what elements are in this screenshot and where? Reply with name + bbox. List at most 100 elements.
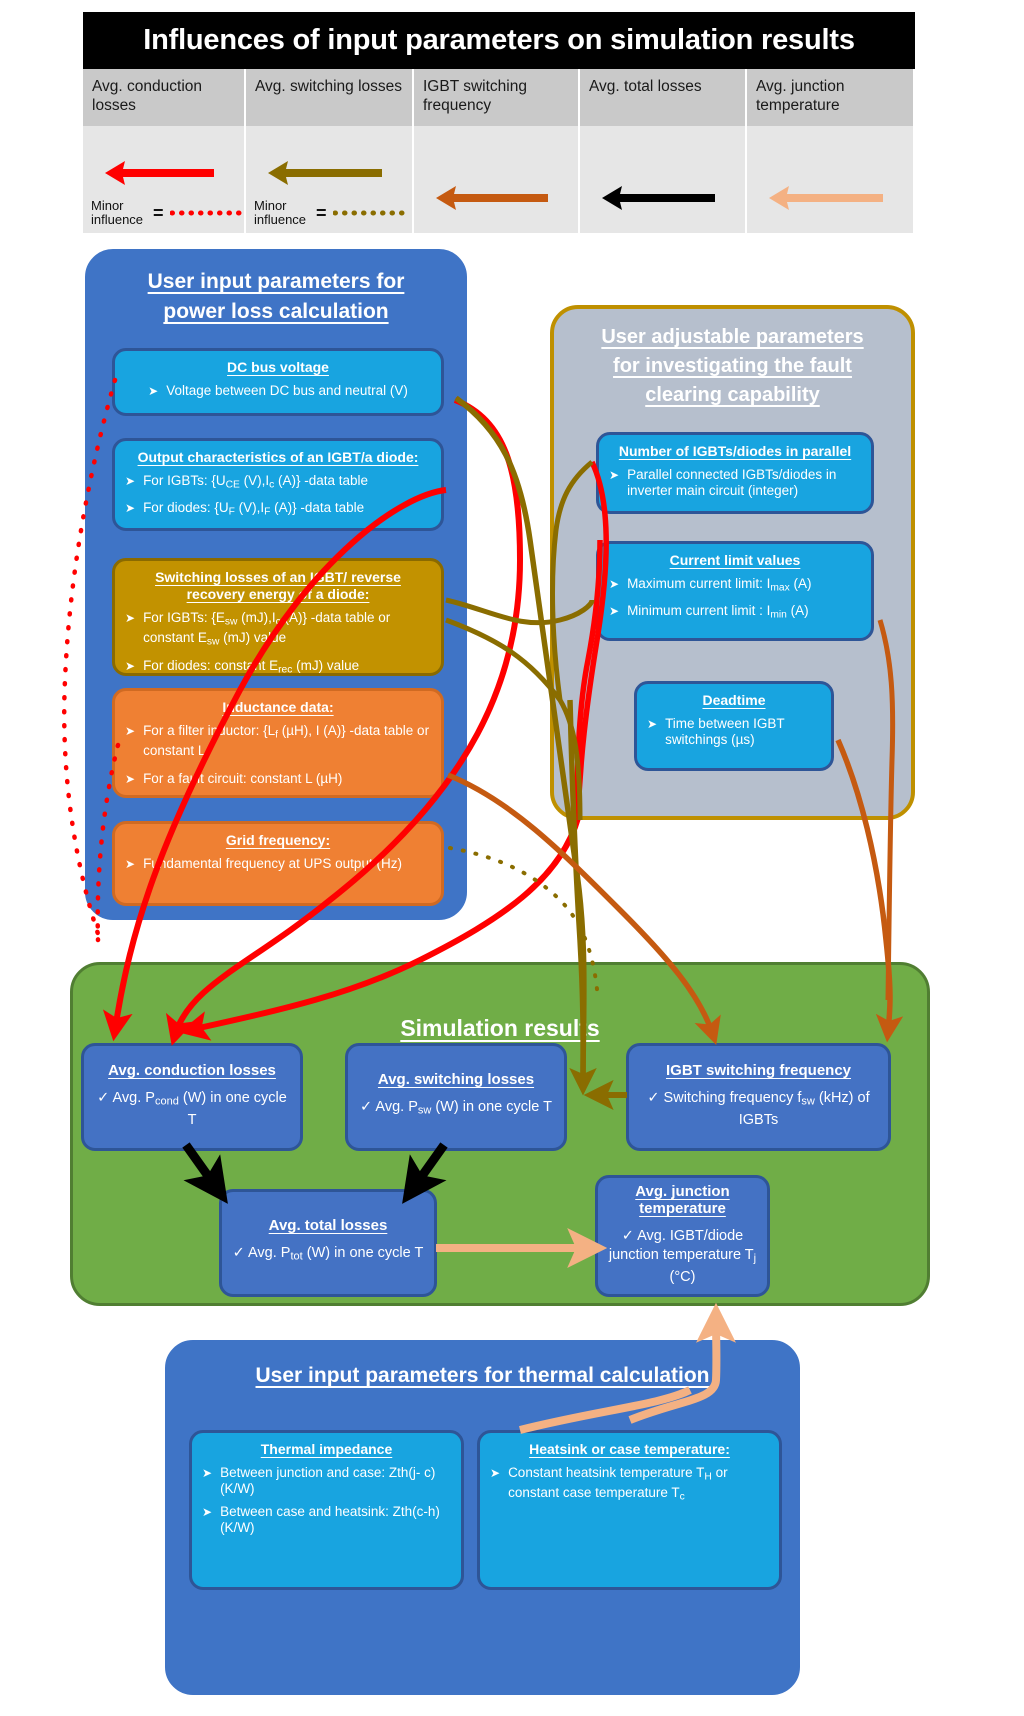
param-card-title: Inductance data: — [222, 699, 334, 715]
legend-arrow-icon — [268, 161, 382, 185]
arrow-bullet-icon: ➤ — [125, 724, 136, 738]
simulation-result-body: ✓ Avg. IGBT/diode junction temperature T… — [608, 1227, 757, 1286]
param-card-row: ➤ Fundamental frequency at UPS output (Hz… — [125, 856, 431, 872]
legend-column-body — [580, 126, 745, 233]
arrow-bullet-icon: ➤ — [148, 384, 159, 398]
legend-dotted-line-icon — [169, 210, 244, 216]
panel-power-loss-title: User input parameters for power loss cal… — [87, 251, 465, 327]
legend-column-header: Avg. conduction losses — [83, 69, 244, 126]
simulation-result-title: Avg. switching losses — [377, 1071, 535, 1089]
legend-column-body: Minor influence = — [246, 126, 412, 233]
legend-column-1: Avg. switching losses Minor influence = — [246, 69, 414, 233]
simulation-result-box[interactable]: Avg. total losses ✓ Avg. Ptot (W) in one … — [219, 1189, 437, 1297]
title-line-2: for investigating the fault — [613, 355, 852, 377]
simulation-result-body: ✓ Avg. Pcond (W) in one cycle T — [97, 1089, 287, 1129]
legend-column-header: Avg. total losses — [580, 69, 745, 126]
param-card-row: ➤ Between case and heatsink: Zth(c-h) (K/… — [202, 1504, 451, 1536]
legend-column-body — [747, 126, 913, 233]
param-card-title: Number of IGBTs/diodes in parallel — [618, 443, 852, 459]
legend-arrow-icon — [769, 186, 883, 210]
legend-column-body — [414, 126, 578, 233]
param-card-row: ➤ Time between IGBT switchings (µs) — [647, 716, 821, 748]
param-card-row: ➤ For diodes: {UF (V),IF (A)} -data table — [125, 500, 431, 520]
param-card-row: ➤ Voltage between DC bus and neutral (V) — [125, 383, 431, 399]
legend-column-body: Minor influence = — [83, 126, 244, 233]
param-card[interactable]: Grid frequency: ➤ Fundamental frequency at… — [112, 821, 444, 906]
panel-fault-title: User adjustable parameters for investiga… — [554, 309, 911, 410]
param-card-row-text: For IGBTs: {Esw (mJ),Ic (A)} -data table… — [143, 610, 391, 648]
param-card-row-text: For IGBTs: {UCE (V),Ic (A)} -data table — [143, 473, 369, 491]
arrow-bullet-icon: ➤ — [202, 1505, 213, 1519]
title-line-1: User adjustable parameters — [601, 326, 864, 348]
title-line-1: User input parameters for — [147, 270, 405, 293]
arrow-bullet-icon: ➤ — [609, 604, 620, 619]
panel-power-loss-inputs: User input parameters for power loss cal… — [85, 249, 467, 920]
legend-arrow-icon — [602, 186, 715, 210]
param-card-row: ➤ Parallel connected IGBTs/diodes in inve… — [609, 467, 861, 499]
simulation-result-box[interactable]: Avg. junction temperature ✓ Avg. IGBT/dio… — [595, 1175, 770, 1297]
simulation-result-body: ✓ Avg. Ptot (W) in one cycle T — [232, 1245, 424, 1263]
param-card-row-text: For a filter inductor: {Lf (µH), I (A)} … — [143, 723, 430, 761]
arrow-bullet-icon: ➤ — [125, 771, 136, 786]
param-card-row: ➤ Maximum current limit: Imax (A) — [609, 576, 861, 596]
simulation-result-title: Avg. total losses — [268, 1217, 388, 1235]
legend-minor-influence: Minor influence = — [254, 199, 411, 227]
legend-column-0: Avg. conduction losses Minor influence = — [83, 69, 246, 233]
param-card-row-text: Time between IGBT switchings (µs) — [665, 716, 785, 747]
param-card-row-text: Maximum current limit: Imax (A) — [627, 576, 812, 594]
param-card[interactable]: Output characteristics of an IGBT/a diod… — [112, 438, 444, 531]
simulation-result-box[interactable]: Avg. switching losses ✓ Avg. Psw (W) in o… — [345, 1043, 567, 1151]
param-card[interactable]: Deadtime ➤ Time between IGBT switchings (µ… — [634, 681, 834, 771]
arrow-bullet-icon: ➤ — [490, 1466, 501, 1480]
param-card[interactable]: Switching losses of an IGBT/ reverse rec… — [112, 558, 444, 676]
param-card-title: Current limit values — [669, 552, 801, 568]
param-card-title: Deadtime — [702, 692, 766, 708]
legend-dotted-line-icon — [332, 210, 411, 216]
simulation-result-title: Avg. junction temperature — [635, 1182, 730, 1217]
diagram-canvas: Influences of input parameters on simula… — [0, 0, 1024, 1716]
param-card-row: ➤ For IGBTs: {Esw (mJ),Ic (A)} -data tabl… — [125, 610, 431, 651]
simulation-result-box[interactable]: IGBT switching frequency ✓ Switching freq… — [626, 1043, 891, 1151]
legend-column-header: Avg. switching losses — [246, 69, 412, 126]
param-card-title: Heatsink or case temperature: — [529, 1441, 730, 1457]
legend-equals-sign: = — [153, 203, 164, 223]
simulation-result-title: Avg. conduction losses — [108, 1061, 276, 1079]
param-card-row-text: Minimum current limit : Imin (A) — [627, 603, 809, 621]
panel-fault-clearing-inputs: User adjustable parameters for investiga… — [550, 305, 915, 820]
legend-column-header: IGBT switching frequency — [414, 69, 578, 126]
param-card-title: Output characteristics of an IGBT/a diod… — [137, 449, 419, 465]
param-card-row: ➤ For a fault circuit: constant L (µH) — [125, 771, 431, 787]
legend-minor-label: Minor influence — [91, 198, 144, 227]
param-card-row-text: Constant heatsink temperature TH or cons… — [508, 1465, 728, 1503]
legend-column-header: Avg. junction temperature — [747, 69, 913, 126]
param-card-row-text: Parallel connected IGBTs/diodes in inver… — [627, 467, 837, 498]
simulation-result-body: ✓ Avg. Psw (W) in one cycle T — [360, 1099, 552, 1117]
param-card[interactable]: Number of IGBTs/diodes in parallel ➤ Paral… — [596, 432, 874, 514]
param-card[interactable]: DC bus voltage ➤ Voltage between DC bus an… — [112, 348, 444, 416]
param-card-row: ➤ For diodes: constant Erec (mJ) value — [125, 658, 431, 678]
param-card-row-text: For diodes: constant Erec (mJ) value — [143, 657, 360, 675]
arrow-bullet-icon: ➤ — [125, 474, 136, 488]
simulation-result-title: IGBT switching frequency — [665, 1061, 852, 1079]
param-card[interactable]: Heatsink or case temperature: ➤ Constant h… — [477, 1430, 782, 1590]
title-line-2: power loss calculation — [163, 300, 389, 323]
param-card[interactable]: Inductance data: ➤ For a filter inductor: … — [112, 688, 444, 798]
param-card-row-text: Fundamental frequency at UPS output (Hz) — [143, 856, 402, 871]
param-card-row: ➤ For IGBTs: {UCE (V),Ic (A)} -data table — [125, 473, 431, 493]
simulation-result-box[interactable]: Avg. conduction losses ✓ Avg. Pcond (W) i… — [81, 1043, 303, 1151]
param-card-row-text: Between junction and case: Zth(j- c) (K/… — [220, 1465, 436, 1496]
legend-column-4: Avg. junction temperature — [747, 69, 915, 233]
legend-equals-sign: = — [316, 203, 327, 223]
page-title: Influences of input parameters on simula… — [83, 12, 915, 69]
param-card[interactable]: Thermal impedance ➤ Between junction and c… — [189, 1430, 464, 1590]
arrow-bullet-icon: ➤ — [125, 658, 136, 673]
param-card-row: ➤ Between junction and case: Zth(j- c) (K… — [202, 1465, 451, 1497]
arrow-bullet-icon: ➤ — [609, 468, 620, 482]
param-card-row-text: For diodes: {UF (V),IF (A)} -data table — [143, 500, 365, 518]
param-card-row-text: Between case and heatsink: Zth(c-h) (K/W… — [220, 1504, 440, 1535]
param-card[interactable]: Current limit values ➤ Maximum current lim… — [596, 541, 874, 641]
arrow-bullet-icon: ➤ — [609, 577, 620, 591]
param-card-row: ➤ For a filter inductor: {Lf (µH), I (A)}… — [125, 723, 431, 764]
panel-thermal-inputs: User input parameters for thermal calcul… — [165, 1340, 800, 1695]
param-card-title: Thermal impedance — [260, 1441, 393, 1457]
